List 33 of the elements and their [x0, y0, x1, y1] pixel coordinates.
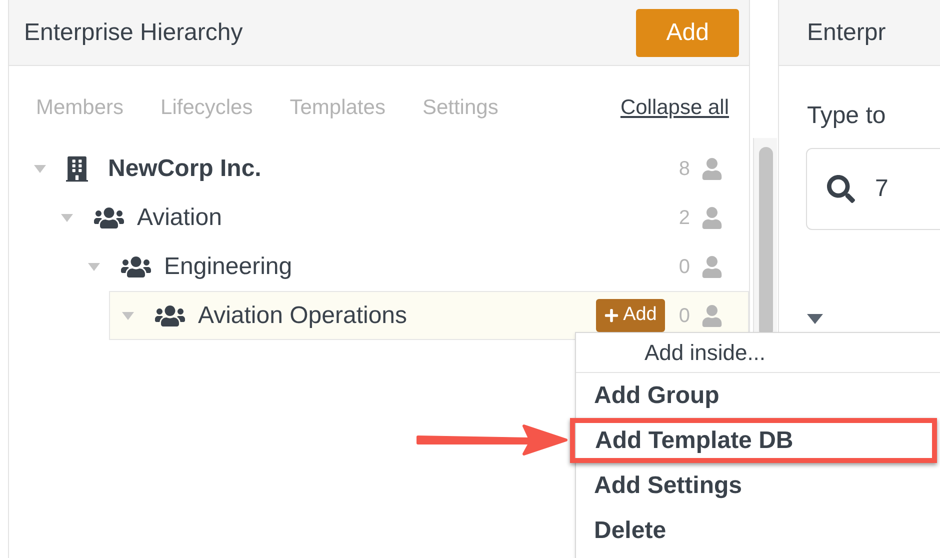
person-icon	[702, 304, 722, 326]
node-label[interactable]: Engineering	[164, 248, 292, 284]
menu-item[interactable]: Add Settings	[576, 463, 940, 508]
people-icon	[152, 304, 188, 328]
tree-row-highlighted[interactable]: Aviation Operations Add 0	[109, 291, 749, 340]
tree-row[interactable]: Engineering 0	[87, 242, 749, 291]
person-icon	[702, 256, 722, 278]
tree-row[interactable]: NewCorp Inc. 8	[33, 144, 749, 193]
node-label[interactable]: NewCorp Inc.	[108, 150, 262, 186]
person-icon	[702, 158, 722, 180]
add-button[interactable]: Add	[596, 299, 665, 332]
collapse-all-link[interactable]: Collapse all	[620, 92, 729, 124]
people-icon	[91, 206, 127, 230]
member-count: 0	[678, 304, 690, 328]
node-label[interactable]: Aviation	[137, 200, 222, 236]
people-icon	[118, 254, 154, 278]
tree-row[interactable]: Aviation 2	[60, 193, 749, 242]
member-count: 2	[678, 206, 690, 230]
search-value: 7	[875, 174, 888, 204]
search-field[interactable]: 7	[806, 148, 940, 230]
member-count: 8	[678, 156, 690, 182]
building-icon	[66, 156, 88, 182]
plus-icon	[604, 308, 620, 323]
person-icon	[702, 206, 722, 228]
menu-item[interactable]: Add Template DB	[570, 418, 937, 463]
search-icon	[827, 175, 855, 203]
menu-item[interactable]: Add Group	[576, 373, 940, 418]
panel-title: Enterpr	[807, 18, 886, 48]
panel-title: Enterprise Hierarchy	[24, 18, 244, 48]
node-label[interactable]: Aviation Operations	[198, 298, 408, 334]
member-count: 0	[678, 254, 690, 280]
prompt-text: Type to	[807, 101, 887, 131]
menu-item[interactable]: Delete	[576, 508, 940, 553]
